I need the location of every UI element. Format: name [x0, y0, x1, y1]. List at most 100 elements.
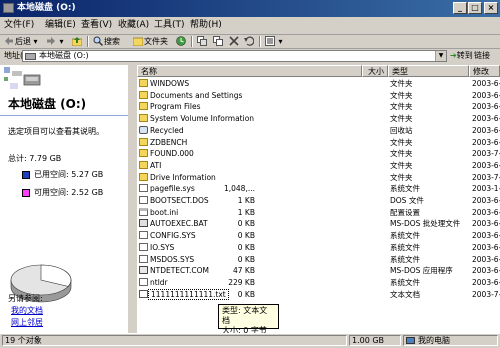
- file-row[interactable]: WINDOWS 文件夹 2003-6-: [137, 78, 500, 89]
- my-documents-link[interactable]: 我的文档: [11, 306, 43, 316]
- go-button[interactable]: ➔转到: [450, 51, 473, 61]
- file-name: Program Files: [150, 102, 201, 112]
- move-to-button[interactable]: [197, 35, 208, 48]
- drive-icon: [3, 3, 14, 13]
- ini-icon: [139, 207, 148, 216]
- file-name: NTDETECT.COM: [150, 266, 209, 276]
- menu-view[interactable]: 查看(V): [81, 19, 112, 32]
- folder-icon: [139, 114, 148, 123]
- file-row[interactable]: Program Files 文件夹 2003-6-: [137, 101, 500, 112]
- links-button[interactable]: 链接: [474, 51, 490, 61]
- file-row[interactable]: 1111111111111.txt 0 KB 文本文档 2003-7-: [137, 288, 500, 300]
- menu-edit[interactable]: 编辑(E): [45, 19, 76, 32]
- copy-to-button[interactable]: [213, 35, 224, 48]
- menu-bar: 文件(F) 编辑(E) 查看(V) 收藏(A) 工具(T) 帮助(H): [0, 17, 500, 35]
- sysfile-icon: [139, 254, 148, 263]
- file-list-pane: 名称 大小 类型 修改 WINDOWS 文件夹 2003-6- Documents a…: [137, 65, 500, 333]
- file-size: 0 KB: [237, 231, 255, 241]
- folders-button[interactable]: 文件夹: [132, 35, 168, 48]
- column-header-type[interactable]: 类型: [388, 65, 469, 77]
- address-value: 本地磁盘 (O:): [39, 51, 89, 60]
- file-date: 2003-6-: [472, 137, 500, 147]
- file-name: AUTOEXEC.BAT: [150, 219, 208, 229]
- file-type: MS-DOS 应用程序: [390, 266, 453, 276]
- column-header-size[interactable]: 大小: [362, 65, 388, 77]
- file-row[interactable]: ATI 文件夹 2003-6-: [137, 160, 500, 171]
- folder-icon: [139, 149, 148, 158]
- sysfile-icon: [139, 184, 148, 193]
- file-name: ATI: [150, 160, 162, 170]
- file-name: Recycled: [150, 125, 184, 135]
- address-dropdown-button[interactable]: ▼: [435, 51, 446, 61]
- file-row[interactable]: Drive Information 文件夹 2003-7-: [137, 172, 500, 183]
- history-icon: [176, 36, 186, 46]
- menu-tools[interactable]: 工具(T): [154, 19, 185, 32]
- total-capacity: 总计: 7.79 GB: [8, 154, 62, 163]
- file-type: DOS 文件: [390, 196, 424, 205]
- file-size: 0 KB: [237, 242, 255, 252]
- status-size: 1.00 GB: [349, 335, 401, 346]
- delete-icon: [229, 36, 239, 46]
- file-date: 2003-7-: [472, 172, 500, 182]
- folders-label: 文件夹: [144, 37, 168, 46]
- toolbar-separator: [87, 36, 89, 47]
- menu-favorites[interactable]: 收藏(A): [118, 19, 149, 32]
- file-type: MS-DOS 批处理文件: [390, 219, 461, 229]
- file-row[interactable]: MSDOS.SYS 0 KB 系统文件 2003-6-: [137, 254, 500, 265]
- column-header-date[interactable]: 修改: [469, 65, 500, 77]
- sysfile-icon: [139, 277, 148, 286]
- column-header-name[interactable]: 名称: [137, 65, 362, 77]
- file-date: 2003-6-: [472, 254, 500, 264]
- file-row[interactable]: CONFIG.SYS 0 KB 系统文件 2003-6-: [137, 230, 500, 241]
- file-date: 2003-6-: [472, 102, 500, 112]
- file-date: 2003-6-: [472, 90, 500, 100]
- forward-button[interactable]: ▾: [46, 35, 64, 48]
- close-button[interactable]: ×: [484, 2, 498, 14]
- file-row[interactable]: System Volume Information 文件夹 2003-6-: [137, 113, 500, 124]
- file-size: 1,048,...: [223, 184, 255, 194]
- file-size: 0 KB: [237, 219, 255, 229]
- undo-icon: [244, 36, 255, 46]
- folder-icon: [139, 90, 148, 99]
- file-row[interactable]: AUTOEXEC.BAT 0 KB MS-DOS 批处理文件 2003-6-: [137, 218, 500, 229]
- history-button[interactable]: [176, 35, 187, 48]
- search-button[interactable]: 搜索: [93, 35, 120, 48]
- file-row[interactable]: Recycled 回收站 2003-6-: [137, 125, 500, 136]
- status-bar: 19 个对象 1.00 GB 我的电脑: [0, 333, 500, 348]
- search-label: 搜索: [104, 37, 120, 46]
- file-type: 配置设置: [390, 207, 420, 217]
- file-row[interactable]: IO.SYS 0 KB 系统文件 2003-6-: [137, 242, 500, 253]
- file-name: ntldr: [150, 277, 168, 287]
- minimize-button[interactable]: _: [453, 2, 467, 14]
- address-field[interactable]: 本地磁盘 (O:) ▼: [22, 50, 447, 62]
- file-name: pagefile.sys: [150, 184, 195, 194]
- up-folder-button[interactable]: [71, 35, 83, 48]
- file-size: 47 KB: [233, 266, 255, 276]
- txt-icon: [139, 289, 148, 298]
- tooltip-type: 类型: 文本文档: [222, 306, 268, 325]
- maximize-button[interactable]: □: [468, 2, 482, 14]
- views-button[interactable]: ▾: [265, 35, 283, 48]
- move-to-icon: [197, 36, 207, 46]
- file-row[interactable]: FOUND.000 文件夹 2003-7-: [137, 148, 500, 159]
- file-row[interactable]: pagefile.sys 1,048,... 系统文件 2003-1-: [137, 183, 500, 194]
- back-button[interactable]: 后退 ▾: [4, 35, 38, 48]
- copy-to-icon: [213, 36, 223, 46]
- delete-button[interactable]: [229, 35, 240, 48]
- free-space-swatch: [22, 189, 30, 197]
- file-row[interactable]: ntldr 229 KB 系统文件 2003-6-: [137, 277, 500, 288]
- file-size: 0 KB: [237, 254, 255, 264]
- file-row[interactable]: boot.ini 1 KB 配置设置 2003-6-: [137, 207, 500, 218]
- file-row[interactable]: BOOTSECT.DOS 1 KB DOS 文件 2003-6-: [137, 195, 500, 206]
- address-bar: 地址(D) 本地磁盘 (O:) ▼ ➔转到 链接: [0, 48, 500, 65]
- undo-button[interactable]: [244, 35, 255, 48]
- pane-splitter[interactable]: [128, 65, 137, 333]
- file-row[interactable]: ZDBENCH 文件夹 2003-6-: [137, 137, 500, 148]
- menu-help[interactable]: 帮助(H): [190, 19, 222, 32]
- file-row[interactable]: NTDETECT.COM 47 KB MS-DOS 应用程序 2003-6-: [137, 265, 500, 276]
- folders-icon: [132, 36, 144, 47]
- menu-file[interactable]: 文件(F): [4, 19, 34, 32]
- file-type: 系统文件: [390, 277, 420, 287]
- file-row[interactable]: Documents and Settings 文件夹 2003-6-: [137, 90, 500, 101]
- network-places-link[interactable]: 网上邻居: [11, 318, 43, 328]
